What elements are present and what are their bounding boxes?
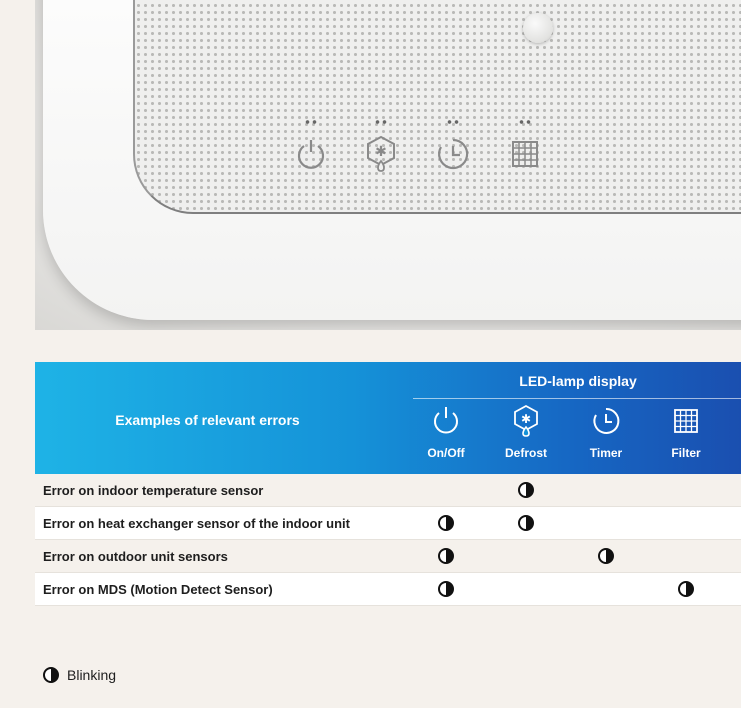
speaker-grille (133, 0, 741, 214)
blink-cell (406, 507, 486, 539)
column-label: Filter (671, 446, 701, 460)
table-body: Error on indoor temperature sensor Error … (35, 474, 741, 606)
table-row: Error on indoor temperature sensor (35, 474, 741, 507)
filter-icon (646, 404, 726, 438)
column-filter: Filter (646, 404, 726, 460)
table-header: Examples of relevant errors LED-lamp dis… (35, 362, 741, 474)
defrost-icon: ✱ (363, 120, 399, 174)
sensor-button (523, 13, 553, 43)
error-description: Error on outdoor unit sensors (43, 548, 228, 564)
header-divider (413, 398, 741, 399)
blink-cell (406, 573, 486, 605)
legend: Blinking (43, 667, 116, 683)
errors-column-header: Examples of relevant errors (115, 412, 300, 428)
svg-text:✱: ✱ (375, 144, 387, 160)
error-description: Error on MDS (Motion Detect Sensor) (43, 581, 273, 597)
indoor-unit-body: ✱ (43, 0, 741, 320)
table-row: Error on MDS (Motion Detect Sensor) (35, 573, 741, 606)
blink-cell (566, 540, 646, 572)
product-photo: ✱ (35, 0, 741, 330)
led-lamp-header: LED-lamp display (519, 373, 637, 389)
half-filled-circle-icon (518, 482, 534, 498)
table-row: Error on outdoor unit sensors (35, 540, 741, 573)
column-on-off: On/Off (406, 404, 486, 460)
timer-icon (435, 120, 471, 174)
column-defrost: ✱ Defrost (486, 404, 566, 460)
power-icon (406, 404, 486, 438)
column-timer: Timer (566, 404, 646, 460)
blink-cell (406, 540, 486, 572)
table-row: Error on heat exchanger sensor of the in… (35, 507, 741, 540)
half-filled-circle-icon (438, 548, 454, 564)
defrost-icon: ✱ (486, 404, 566, 438)
blink-cell (486, 474, 566, 506)
filter-icon (507, 120, 543, 174)
blink-cell (486, 507, 566, 539)
column-label: Timer (589, 446, 623, 460)
half-filled-circle-icon (43, 667, 59, 683)
half-filled-circle-icon (518, 515, 534, 531)
error-description: Error on heat exchanger sensor of the in… (43, 515, 350, 531)
half-filled-circle-icon (598, 548, 614, 564)
timer-icon (566, 404, 646, 438)
power-icon (293, 120, 329, 174)
half-filled-circle-icon (678, 581, 694, 597)
svg-text:✱: ✱ (521, 412, 531, 426)
blink-cell (646, 573, 726, 605)
error-description: Error on indoor temperature sensor (43, 482, 264, 498)
legend-label: Blinking (67, 667, 117, 683)
half-filled-circle-icon (438, 515, 454, 531)
column-label: On/Off (427, 446, 465, 460)
half-filled-circle-icon (438, 581, 454, 597)
error-table: Examples of relevant errors LED-lamp dis… (35, 362, 741, 606)
column-label: Defrost (504, 446, 547, 460)
